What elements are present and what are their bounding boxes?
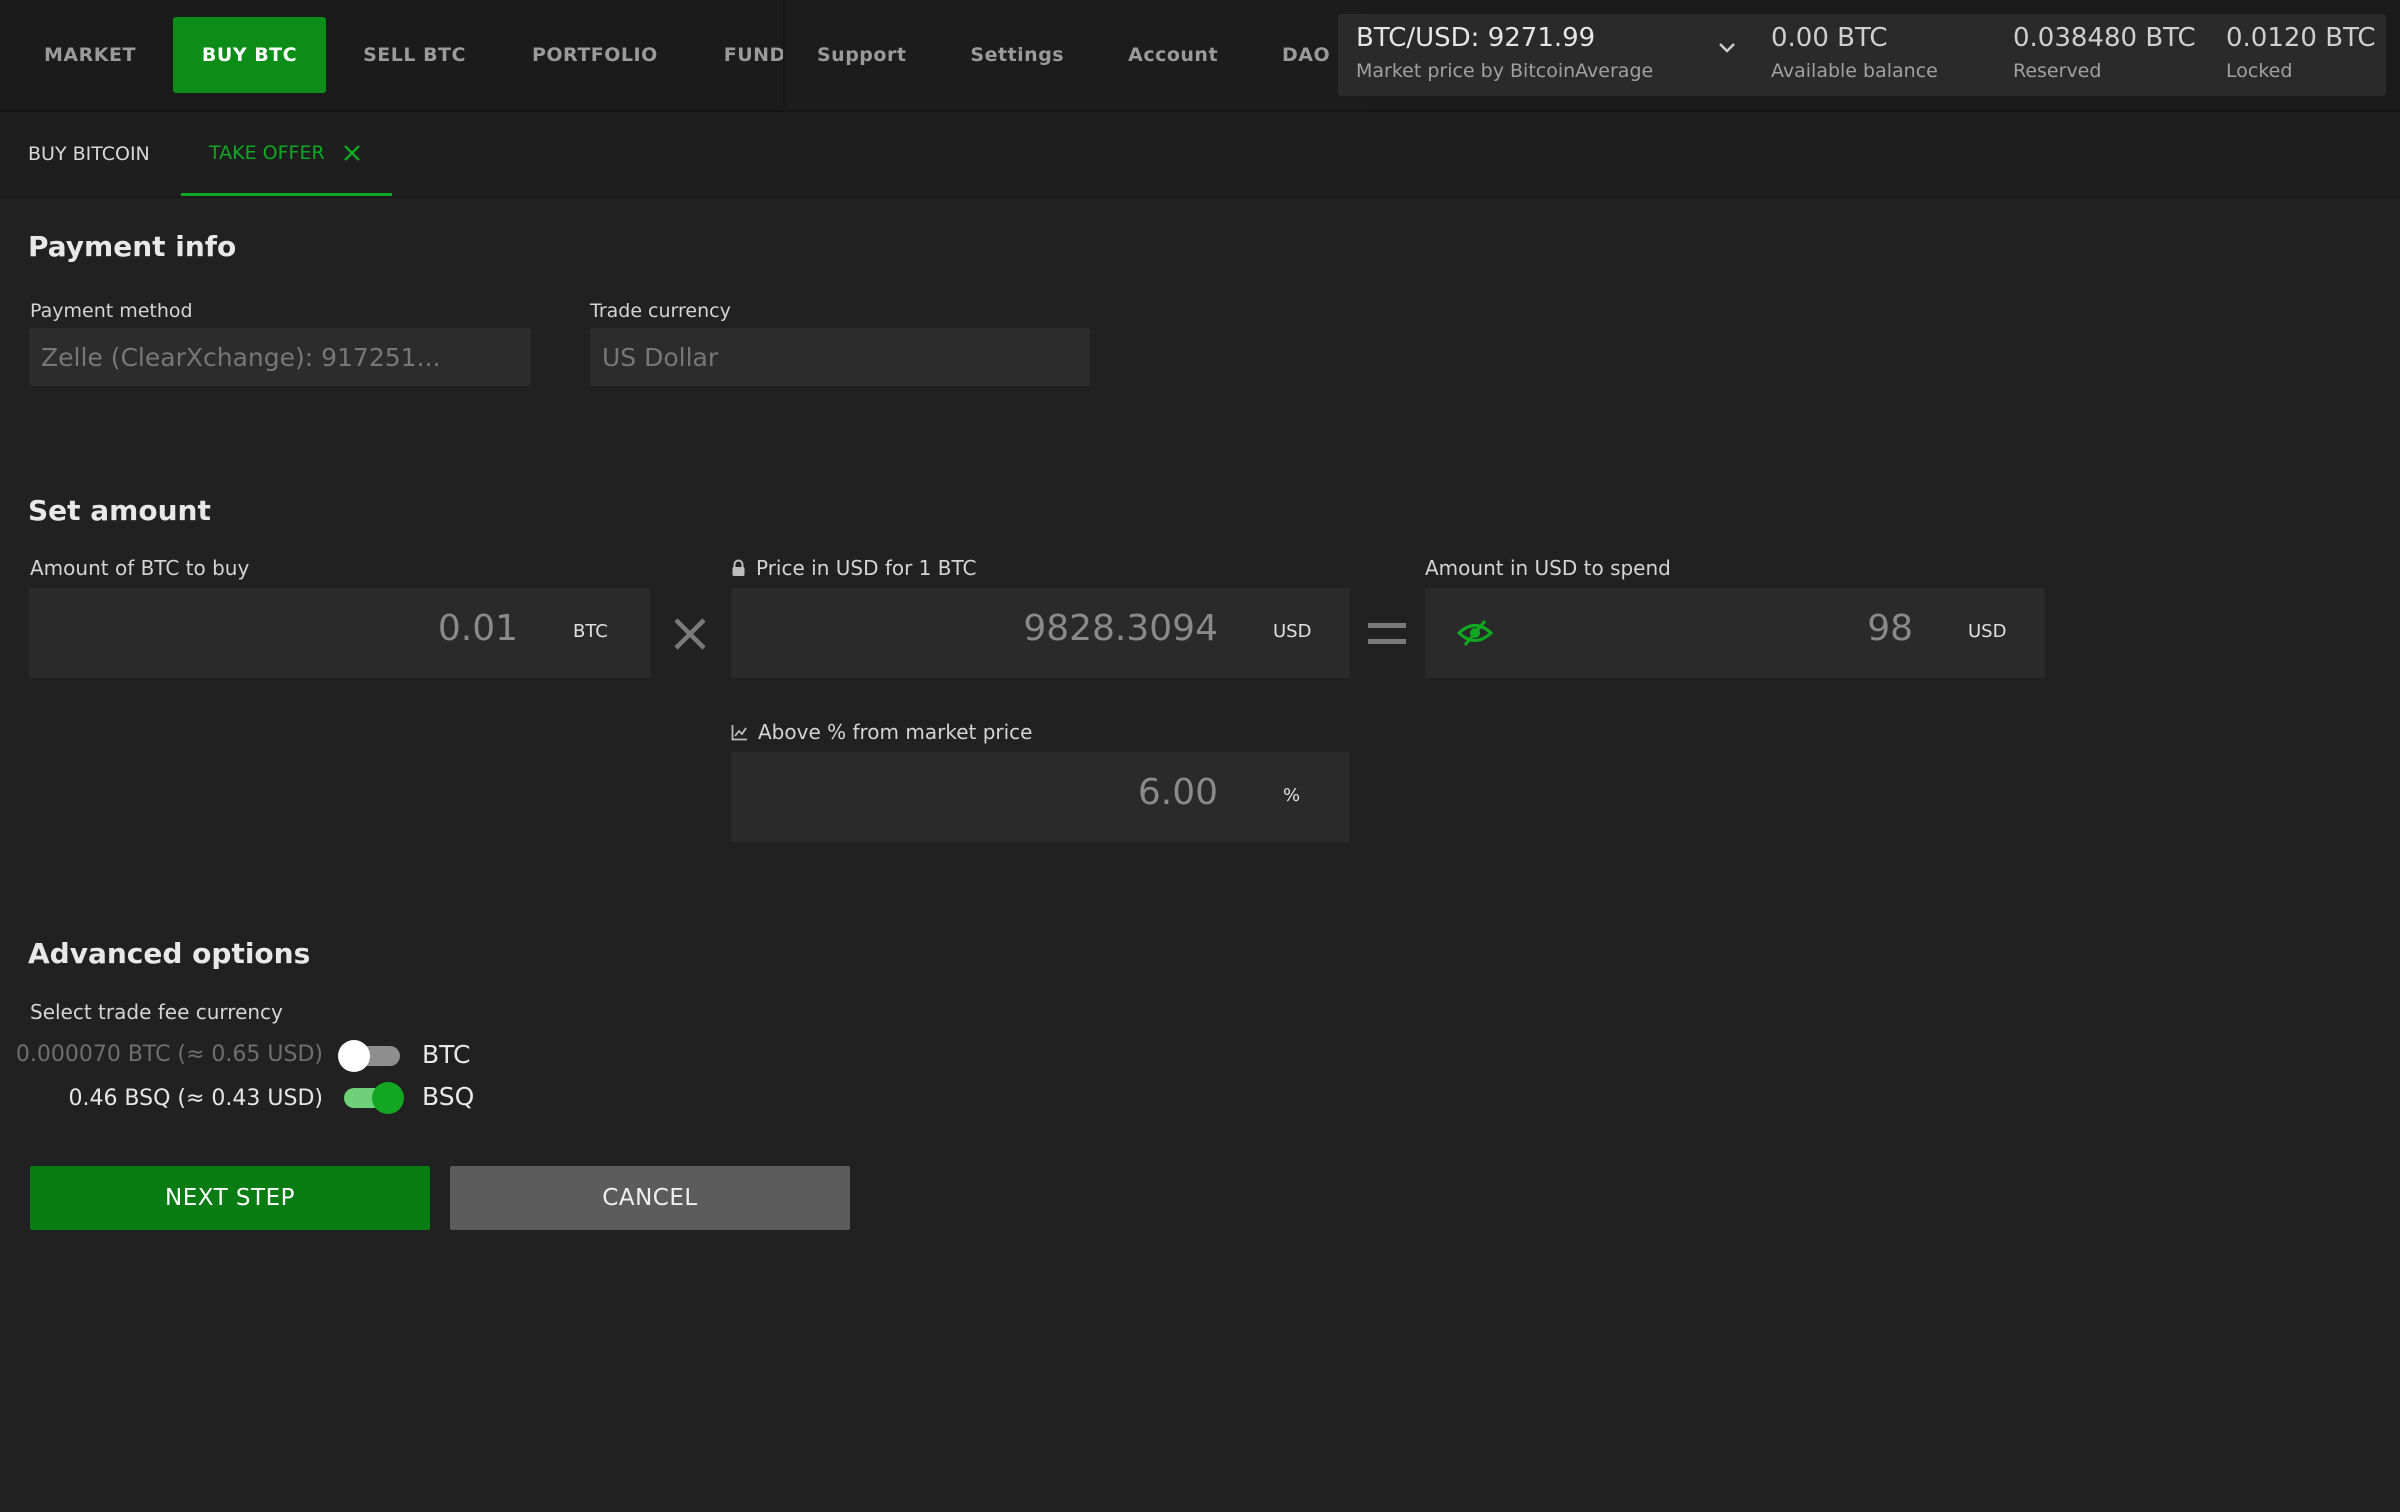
usd-amount-unit: USD: [1968, 621, 2007, 642]
available-balance: 0.00 BTC Available balance: [1771, 23, 1938, 82]
tab-bar: BUY BITCOIN TAKE OFFER: [0, 112, 2400, 198]
btc-amount-label: Amount of BTC to buy: [30, 556, 250, 580]
close-icon[interactable]: [343, 144, 361, 162]
payment-info-title: Payment info: [28, 230, 237, 263]
bsq-toggle-knob: [372, 1082, 404, 1114]
trade-currency-label: Trade currency: [590, 300, 731, 322]
usd-amount-label: Amount in USD to spend: [1425, 556, 1671, 580]
fee-currency-label: Select trade fee currency: [30, 1000, 283, 1024]
btc-amount-input[interactable]: 0.01 BTC: [29, 588, 650, 678]
bsq-toggle-label: BSQ: [422, 1082, 475, 1111]
bsq-fee-toggle[interactable]: [340, 1082, 404, 1114]
tab-take-offer-label: TAKE OFFER: [209, 141, 325, 164]
locked-balance: 0.0120 BTC Locked: [2226, 23, 2376, 82]
trade-currency-field[interactable]: US Dollar: [590, 328, 1090, 386]
btc-fee-toggle[interactable]: [338, 1040, 402, 1072]
percent-unit: %: [1283, 785, 1301, 806]
nav-market[interactable]: MARKET: [15, 17, 165, 93]
percent-label-row: Above % from market price: [731, 720, 1032, 744]
nav-settings[interactable]: Settings: [938, 17, 1096, 93]
price-value: 9828.3094: [1023, 608, 1218, 649]
nav-portfolio[interactable]: PORTFOLIO: [503, 17, 687, 93]
reserved-balance-label: Reserved: [2013, 60, 2102, 82]
payment-method-label: Payment method: [30, 300, 193, 322]
eye-icon[interactable]: [1456, 619, 1494, 651]
available-balance-label: Available balance: [1771, 60, 1938, 82]
locked-balance-value: 0.0120 BTC: [2226, 23, 2376, 53]
price-label-row: Price in USD for 1 BTC: [731, 556, 977, 580]
payment-method-field[interactable]: Zelle (ClearXchange): 917251...: [29, 328, 531, 386]
btc-fee-text: 0.000070 BTC (≈ 0.65 USD): [15, 1042, 323, 1067]
nav-account[interactable]: Account: [1096, 17, 1250, 93]
next-step-button[interactable]: NEXT STEP: [30, 1166, 430, 1230]
equals-icon: [1368, 620, 1406, 652]
reserved-balance: 0.038480 BTC Reserved: [2013, 23, 2196, 82]
tab-take-offer[interactable]: TAKE OFFER: [181, 112, 392, 196]
price-label: Price in USD for 1 BTC: [756, 556, 977, 580]
price-input[interactable]: 9828.3094 USD: [731, 588, 1350, 678]
nav-support[interactable]: Support: [785, 17, 938, 93]
reserved-balance-value: 0.038480 BTC: [2013, 23, 2196, 53]
nav-sell-btc[interactable]: SELL BTC: [334, 17, 495, 93]
locked-balance-label: Locked: [2226, 60, 2293, 82]
btc-toggle-label: BTC: [422, 1040, 471, 1069]
market-price-selector[interactable]: BTC/USD: 9271.99 Market price by Bitcoin…: [1356, 23, 1735, 82]
lock-icon: [731, 559, 746, 577]
percent-value: 6.00: [1137, 772, 1218, 813]
main-nav: MARKET BUY BTC SELL BTC PORTFOLIO FUNDS: [15, 0, 837, 110]
advanced-options-title: Advanced options: [28, 937, 311, 970]
btc-toggle-knob: [338, 1040, 370, 1072]
cancel-button[interactable]: CANCEL: [450, 1166, 850, 1230]
nav-buy-btc[interactable]: BUY BTC: [172, 17, 327, 93]
multiply-icon: [673, 617, 707, 655]
top-navigation-bar: MARKET BUY BTC SELL BTC PORTFOLIO FUNDS …: [0, 0, 2400, 112]
usd-amount-input[interactable]: 98 USD: [1425, 588, 2045, 678]
bsq-fee-text: 0.46 BSQ (≈ 0.43 USD): [68, 1086, 323, 1111]
chart-icon: [731, 724, 748, 741]
market-price-value: BTC/USD: 9271.99: [1356, 23, 1596, 53]
btc-amount-unit: BTC: [573, 621, 608, 642]
market-price-provider: Market price by BitcoinAverage: [1356, 60, 1654, 82]
price-unit: USD: [1273, 621, 1312, 642]
usd-amount-value: 98: [1867, 608, 1913, 649]
available-balance-value: 0.00 BTC: [1771, 23, 1888, 53]
percent-label: Above % from market price: [758, 720, 1033, 744]
secondary-nav: Support Settings Account DAO: [785, 0, 1363, 110]
percent-input[interactable]: 6.00 %: [731, 752, 1350, 842]
btc-amount-value: 0.01: [437, 608, 518, 649]
tab-buy-bitcoin[interactable]: BUY BITCOIN: [28, 112, 150, 196]
chevron-down-icon[interactable]: [1718, 39, 1736, 58]
market-price-panel: BTC/USD: 9271.99 Market price by Bitcoin…: [1338, 14, 2386, 96]
set-amount-title: Set amount: [28, 494, 211, 527]
